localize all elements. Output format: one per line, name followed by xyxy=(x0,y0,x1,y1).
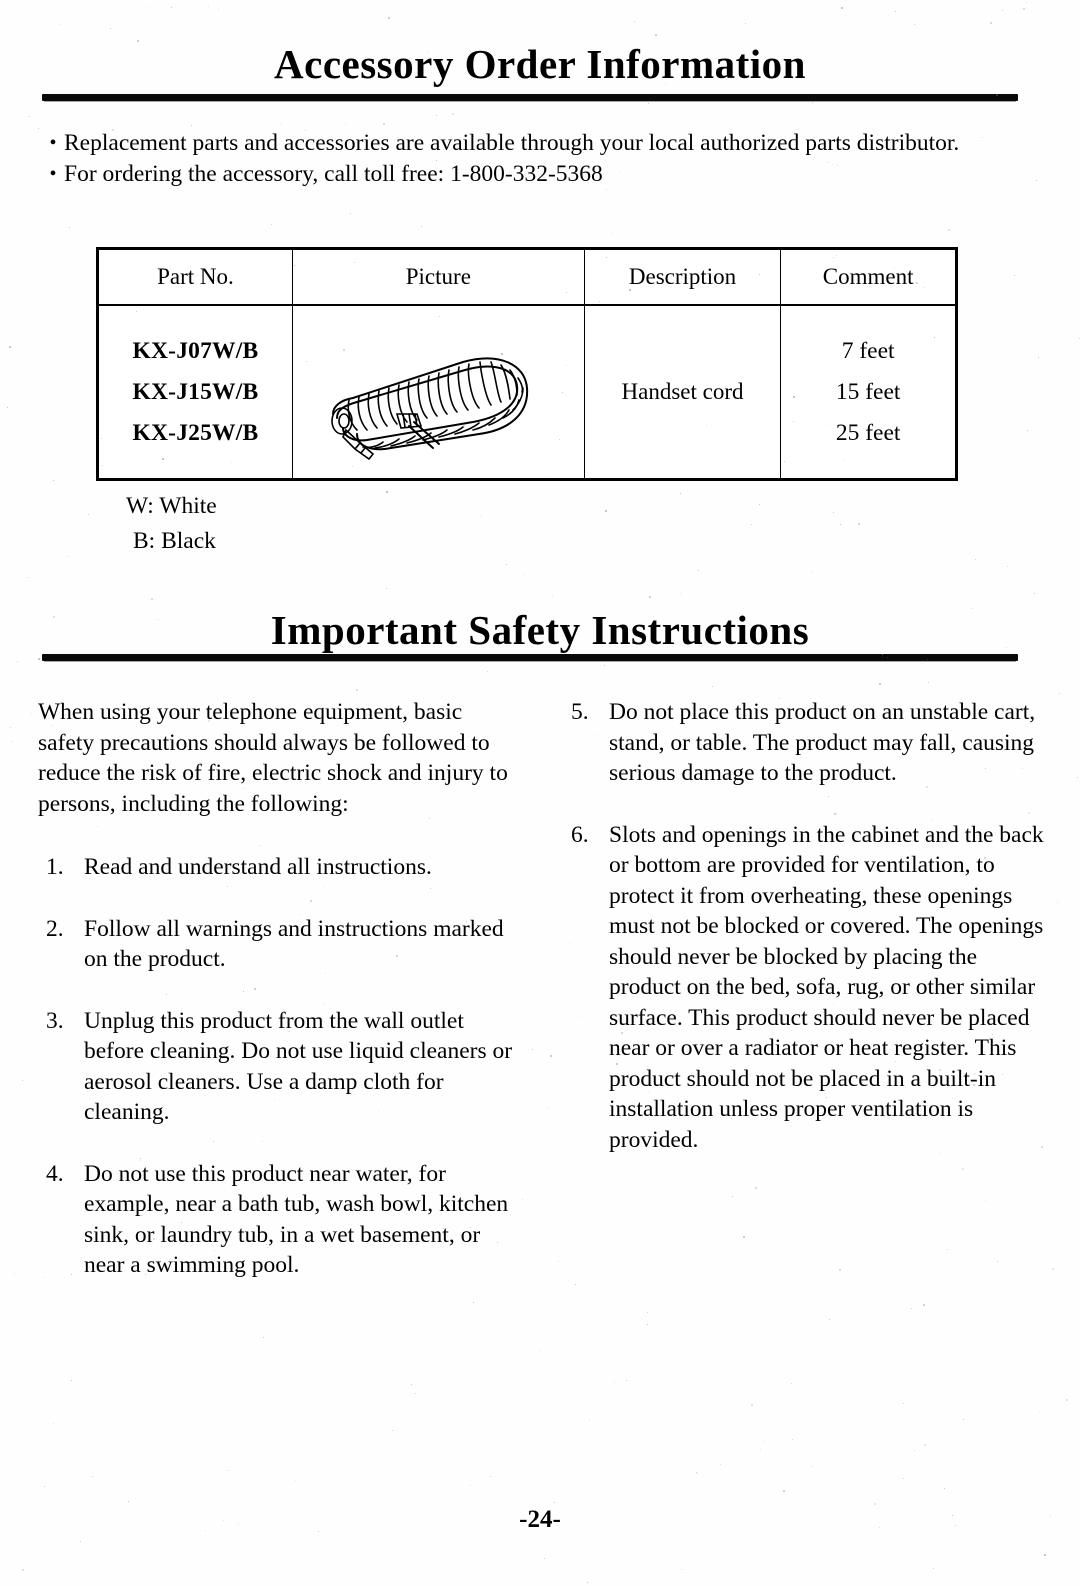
part-number: KX-J07W/B xyxy=(132,337,259,364)
safety-item-number: 5. xyxy=(571,699,589,725)
safety-item-text: Slots and openings in the cabinet and th… xyxy=(609,821,1044,1153)
color-code-legend: W: White B: Black xyxy=(126,489,217,559)
table-row: KX-J07W/B KX-J15W/B KX-J25W/B Handset co… xyxy=(97,304,957,480)
safety-heading: Important Safety Instructions xyxy=(0,610,1080,651)
comment-value: 15 feet xyxy=(835,378,901,405)
column-header-picture: Picture xyxy=(291,248,585,306)
safety-item-number: 1. xyxy=(46,854,64,880)
legend-white: W: White xyxy=(126,493,217,519)
safety-intro-paragraph: When using your telephone equipment, bas… xyxy=(38,699,508,817)
page-number: -24- xyxy=(519,1506,561,1533)
cell-comments: 7 feet 15 feet 25 feet xyxy=(780,304,957,480)
bullet-dot-icon: • xyxy=(49,163,57,185)
cell-description: Handset cord xyxy=(583,304,782,480)
accessory-heading-text: Accessory Order Information xyxy=(274,41,806,87)
safety-item: 2. Follow all warnings and instructions … xyxy=(38,914,523,975)
safety-item-number: 4. xyxy=(46,1160,64,1187)
part-number: KX-J25W/B xyxy=(132,419,259,446)
safety-item: 6. Slots and openings in the cabinet and… xyxy=(563,820,1051,1156)
safety-column-right: 5. Do not place this product on an unsta… xyxy=(563,697,1051,1155)
bullet-text: Replacement parts and accessories are av… xyxy=(64,130,960,156)
part-number: KX-J15W/B xyxy=(132,378,259,405)
legend-black: B: Black xyxy=(133,528,216,554)
cell-part-numbers: KX-J07W/B KX-J15W/B KX-J25W/B xyxy=(97,304,293,480)
accessory-heading-rule xyxy=(42,94,1018,101)
column-header-comment: Comment xyxy=(780,248,957,306)
accessory-bullet-list: • Replacement parts and accessories are … xyxy=(42,128,1002,190)
safety-item: 3. Unplug this product from the wall out… xyxy=(38,1006,523,1128)
safety-heading-rule xyxy=(42,654,1018,661)
bullet-item: • Replacement parts and accessories are … xyxy=(42,128,1002,159)
safety-item-number: 2. xyxy=(46,915,64,942)
comment-value: 25 feet xyxy=(835,419,901,446)
safety-item-text: Read and understand all instructions. xyxy=(84,854,432,880)
safety-column-left: When using your telephone equipment, bas… xyxy=(38,697,523,1281)
handset-cord-illustration xyxy=(331,357,529,461)
bullet-dot-icon: • xyxy=(49,132,57,154)
safety-instructions-body: When using your telephone equipment, bas… xyxy=(0,697,1080,1397)
column-header-part-no: Part No. xyxy=(97,248,293,306)
bullet-text: For ordering the accessory, call toll fr… xyxy=(64,161,603,187)
safety-item-text: Do not place this product on an unstable… xyxy=(609,699,1036,786)
bullet-item: • For ordering the accessory, call toll … xyxy=(42,159,1002,190)
safety-item-text: Do not use this product near water, for … xyxy=(84,1160,509,1279)
safety-item-text: Unplug this product from the wall outlet… xyxy=(84,1007,513,1126)
safety-item: 4. Do not use this product near water, f… xyxy=(38,1159,523,1281)
safety-item-number: 3. xyxy=(46,1007,64,1034)
safety-item-text: Follow all warnings and instructions mar… xyxy=(84,915,504,973)
safety-item: 5. Do not place this product on an unsta… xyxy=(563,697,1051,789)
comment-value: 7 feet xyxy=(841,337,895,364)
document-page: Accessory Order Information • Replacemen… xyxy=(0,0,1080,1586)
cell-picture xyxy=(291,304,585,480)
accessory-heading: Accessory Order Information xyxy=(0,44,1080,85)
safety-item-number: 6. xyxy=(571,821,589,848)
safety-heading-text: Important Safety Instructions xyxy=(270,607,810,653)
table-header-row: Part No. Picture Description Comment xyxy=(97,248,957,306)
column-header-description: Description xyxy=(583,248,782,306)
safety-item: 1. Read and understand all instructions. xyxy=(38,852,523,883)
accessory-order-table: Part No. Picture Description Comment KX-… xyxy=(96,247,958,481)
